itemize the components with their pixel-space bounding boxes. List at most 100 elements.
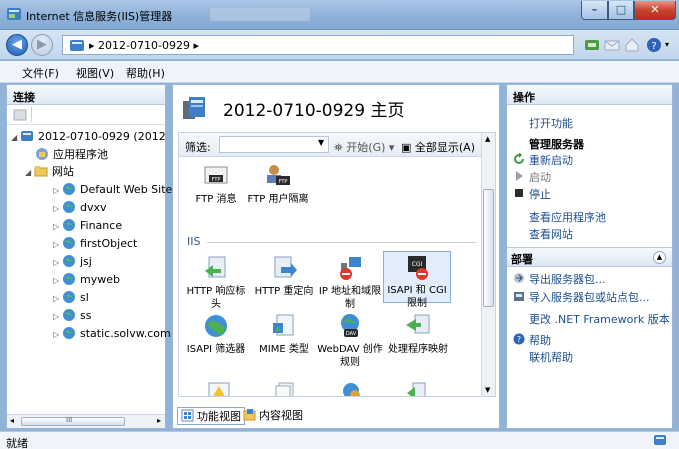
action-view-app-pools[interactable]: 查看应用程序池	[529, 209, 606, 225]
expand-icon[interactable]: ▷	[53, 327, 62, 343]
horizontal-scrollbar[interactable]: ◂ III ▸	[7, 414, 165, 428]
connections-toolbar	[7, 105, 165, 125]
action-restart[interactable]: 重新启动	[529, 152, 573, 168]
expand-icon[interactable]: ▷	[53, 309, 62, 325]
ftp-messages-icon: FTP	[204, 166, 228, 184]
minimize-button[interactable]: –	[581, 1, 608, 20]
ftp-user-isolation-icon: FTP	[267, 165, 290, 185]
tree-item-app-pools[interactable]: 应用程序池	[35, 147, 108, 163]
action-start[interactable]: 启动	[529, 169, 551, 185]
features-pane: 2012-0710-0929 主页 筛选: ▼ ⛯ 开始(G) ▾ ▣ 全部显示…	[172, 84, 500, 429]
group-divider	[207, 242, 477, 243]
expand-icon[interactable]: ▷	[53, 237, 62, 253]
address-separator[interactable]: ▸	[193, 39, 199, 52]
connections-header: 连接	[7, 85, 165, 105]
address-path[interactable]: 2012-0710-0929	[98, 39, 190, 52]
warning-feature-icon[interactable]	[207, 381, 231, 397]
feature-ftp-messages[interactable]: FTP FTP 消息	[183, 161, 249, 206]
menu-file[interactable]: 文件(F)	[22, 65, 59, 81]
help-icon[interactable]: ?	[645, 36, 663, 54]
feature-webdav-authoring-rules[interactable]: DAV WebDAV 创作规则	[317, 311, 383, 369]
scrollbar-thumb[interactable]: III	[21, 416, 125, 426]
help-icon: ?	[513, 333, 525, 345]
feature-ip-domain-restrictions[interactable]: IP 地址和域限制	[317, 253, 383, 311]
globe-icon	[63, 219, 75, 231]
feature-http-response-headers[interactable]: HTTP 响应标头	[183, 253, 249, 311]
close-button[interactable]: ✕	[634, 1, 676, 20]
address-field[interactable]: ▸ 2012-0710-0929 ▸	[62, 35, 574, 55]
feature-isapi-filters[interactable]: ISAPI 筛选器	[183, 311, 249, 356]
scrollbar-thumb[interactable]	[483, 189, 494, 307]
filter-dropdown-icon[interactable]: ▼	[318, 138, 324, 147]
feature-mime-types[interactable]: MIME 类型	[251, 311, 317, 356]
feature-handler-mappings[interactable]: 处理程序映射	[385, 311, 451, 356]
tree-item-site[interactable]: ▷ sl	[53, 290, 89, 306]
action-view-sites[interactable]: 查看网站	[529, 226, 573, 242]
tab-features-view[interactable]: 功能视图	[177, 407, 245, 425]
window-title: Internet 信息服务(IIS)管理器	[26, 10, 173, 23]
action-change-dotnet-version[interactable]: 更改 .NET Framework 版本	[529, 311, 670, 327]
deploy-section-header[interactable]: 部署 ▲	[507, 247, 672, 267]
collapse-icon[interactable]: ▲	[653, 251, 666, 264]
globe-user-feature-icon[interactable]	[339, 381, 363, 397]
blurred-title-region	[210, 8, 310, 21]
home-icon[interactable]	[623, 36, 641, 54]
expand-icon[interactable]: ▷	[53, 291, 62, 307]
scroll-down-icon[interactable]: ▼	[485, 386, 490, 394]
back-button[interactable]: ◀	[6, 34, 28, 56]
collapse-icon[interactable]: ◢	[11, 130, 20, 146]
tree-item-site[interactable]: ▷ Finance	[53, 218, 122, 234]
feature-http-redirect[interactable]: HTTP 重定向	[251, 253, 317, 298]
connect-to-server-icon[interactable]	[13, 108, 27, 122]
scroll-up-icon[interactable]: ▲	[485, 135, 490, 143]
forward-button[interactable]: ▶	[31, 34, 53, 56]
feature-isapi-cgi-restrictions[interactable]: CGI ISAPI 和 CGI 限制	[383, 251, 451, 309]
address-bar: ◀ ▶ ▸ 2012-0710-0929 ▸ ? ▾	[0, 30, 679, 60]
tree-item-site[interactable]: ▷ static.solvw.com	[53, 326, 171, 342]
tree-item-site[interactable]: ▷ dvxv	[53, 200, 107, 216]
menu-view[interactable]: 视图(V)	[76, 65, 114, 81]
mail-icon[interactable]	[603, 36, 621, 54]
action-export-server-package[interactable]: 导出服务器包...	[529, 271, 606, 287]
isapi-cgi-restrictions-icon: CGI	[408, 256, 428, 280]
tree-item-site[interactable]: ▷ ss	[53, 308, 91, 324]
expand-icon[interactable]: ▷	[53, 255, 62, 271]
tree-item-site[interactable]: ▷ Default Web Site	[53, 182, 172, 198]
tree-item-server[interactable]: ◢ 2012-0710-0929 (2012	[11, 129, 166, 145]
import-package-icon	[514, 292, 524, 301]
collapse-icon[interactable]: ◢	[25, 165, 34, 181]
menu-help[interactable]: 帮助(H)	[126, 65, 165, 81]
tab-content-view[interactable]: 内容视图	[243, 407, 303, 425]
action-import-package[interactable]: 导入服务器包或站点包...	[529, 289, 650, 305]
handler-mappings-icon	[406, 314, 430, 334]
tree-item-site[interactable]: ▷ jsj	[53, 254, 92, 270]
scroll-right-icon[interactable]: ▸	[157, 416, 161, 425]
scroll-left-icon[interactable]: ◂	[10, 416, 14, 425]
vertical-scrollbar[interactable]: ▲ ▼	[481, 133, 495, 396]
app-pool-icon	[36, 148, 48, 160]
maximize-button[interactable]: □	[608, 1, 634, 20]
connect-icon[interactable]	[583, 36, 601, 54]
server-icon	[21, 131, 33, 141]
expand-icon[interactable]: ▷	[53, 201, 62, 217]
expand-icon[interactable]: ▷	[53, 273, 62, 289]
show-all-button[interactable]: ▣ 全部显示(A)	[401, 139, 475, 155]
tree-item-site[interactable]: ▷ firstObject	[53, 236, 137, 252]
filter-input[interactable]	[219, 136, 329, 153]
tree-item-site[interactable]: ▷ myweb	[53, 272, 120, 288]
arrows-feature-icon[interactable]	[405, 381, 429, 397]
documents-feature-icon[interactable]	[273, 381, 297, 397]
isapi-filters-icon	[205, 315, 227, 337]
feature-ftp-user-isolation[interactable]: FTP FTP 用户隔离	[245, 161, 311, 206]
expand-icon[interactable]: ▷	[53, 219, 62, 235]
action-open-feature[interactable]: 打开功能	[529, 115, 573, 131]
action-stop[interactable]: 停止	[529, 186, 551, 202]
help-dropdown-icon[interactable]: ▾	[665, 40, 669, 49]
expand-icon[interactable]: ▷	[53, 183, 62, 199]
start-filter-button[interactable]: ⛯ 开始(G) ▾	[334, 139, 394, 155]
tree-item-sites[interactable]: ◢ 网站	[25, 164, 74, 180]
globe-icon	[63, 201, 75, 213]
action-help[interactable]: 帮助	[529, 332, 551, 348]
action-online-help[interactable]: 联机帮助	[529, 349, 573, 365]
start-icon	[516, 171, 523, 181]
